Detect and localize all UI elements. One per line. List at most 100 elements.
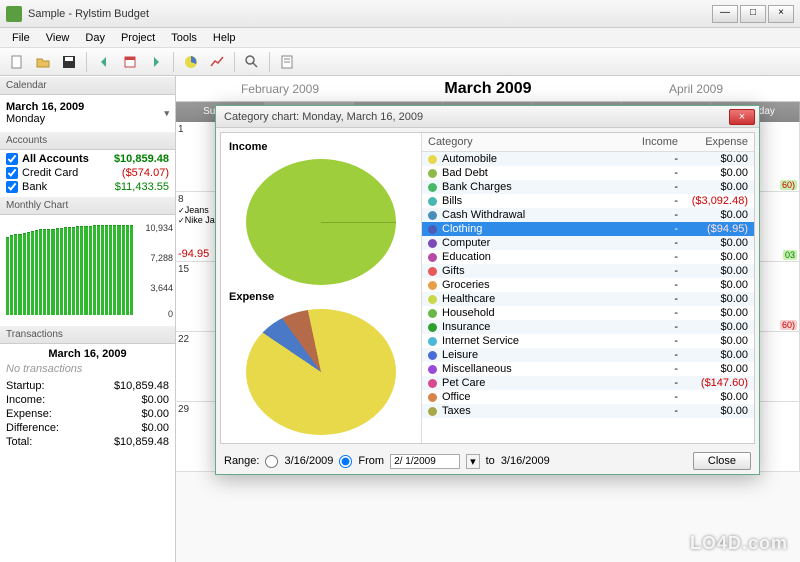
category-row[interactable]: Automobile-$0.00 [422, 152, 754, 166]
category-row[interactable]: Office-$0.00 [422, 390, 754, 404]
account-checkbox[interactable] [6, 181, 18, 193]
range-single-date: 3/16/2009 [284, 455, 333, 467]
menu-help[interactable]: Help [205, 30, 244, 46]
income-pie-chart[interactable] [246, 159, 396, 285]
search-button[interactable] [241, 51, 263, 73]
accounts-all-row[interactable]: All Accounts $10,859.48 [0, 152, 175, 166]
chart-bar [68, 227, 71, 315]
category-table: Category Income Expense Automobile-$0.00… [421, 133, 754, 443]
range-from-input[interactable] [390, 454, 460, 469]
category-expense: $0.00 [678, 293, 748, 305]
next-month[interactable]: April 2009 [592, 82, 800, 96]
category-color-icon [428, 351, 437, 360]
category-row[interactable]: Healthcare-$0.00 [422, 292, 754, 306]
category-row[interactable]: Leisure-$0.00 [422, 348, 754, 362]
chart-bar [80, 226, 83, 315]
category-color-icon [428, 393, 437, 402]
category-name: Household [442, 307, 608, 319]
category-row[interactable]: Computer-$0.00 [422, 236, 754, 250]
expense-label: Expense [229, 291, 413, 303]
chart-bar [6, 237, 9, 315]
account-row[interactable]: Credit Card($574.07) [0, 166, 175, 180]
category-row[interactable]: Bank Charges-$0.00 [422, 180, 754, 194]
category-row[interactable]: Internet Service-$0.00 [422, 334, 754, 348]
pie-chart-button[interactable] [180, 51, 202, 73]
menu-project[interactable]: Project [113, 30, 163, 46]
toolbar [0, 48, 800, 76]
menu-tools[interactable]: Tools [163, 30, 205, 46]
menu-view[interactable]: View [38, 30, 78, 46]
dialog-titlebar[interactable]: Category chart: Monday, March 16, 2009 × [216, 106, 759, 128]
category-expense: ($94.95) [678, 223, 748, 235]
category-row[interactable]: Taxes-$0.00 [422, 404, 754, 418]
category-row[interactable]: Pet Care-($147.60) [422, 376, 754, 390]
new-button[interactable] [6, 51, 28, 73]
category-expense: $0.00 [678, 363, 748, 375]
chart-bar [60, 228, 63, 315]
window-title: Sample - Rylstim Budget [28, 8, 710, 20]
account-row[interactable]: Bank $11,433.55 [0, 180, 175, 194]
menubar: FileViewDayProjectToolsHelp [0, 28, 800, 48]
category-list[interactable]: Automobile-$0.00Bad Debt-$0.00Bank Charg… [422, 152, 754, 443]
category-row[interactable]: Cash Withdrawal-$0.00 [422, 208, 754, 222]
today-button[interactable] [119, 51, 141, 73]
category-name: Taxes [442, 405, 608, 417]
line-chart-button[interactable] [206, 51, 228, 73]
category-row[interactable]: Miscellaneous-$0.00 [422, 362, 754, 376]
category-expense: $0.00 [678, 153, 748, 165]
menu-file[interactable]: File [4, 30, 38, 46]
chart-bar [10, 235, 13, 315]
category-row[interactable]: Bad Debt-$0.00 [422, 166, 754, 180]
category-expense: $0.00 [678, 335, 748, 347]
col-expense[interactable]: Expense [678, 136, 748, 148]
chart-bar [105, 225, 108, 315]
category-row[interactable]: Insurance-$0.00 [422, 320, 754, 334]
maximize-button[interactable]: □ [740, 5, 766, 23]
minimize-button[interactable]: — [712, 5, 738, 23]
accounts-all-checkbox[interactable] [6, 153, 18, 165]
sidebar: Calendar March 16, 2009 Monday ▾ Account… [0, 76, 176, 562]
next-button[interactable] [145, 51, 167, 73]
col-category[interactable]: Category [428, 136, 608, 148]
save-button[interactable] [58, 51, 80, 73]
category-row[interactable]: Household-$0.00 [422, 306, 754, 320]
menu-day[interactable]: Day [77, 30, 113, 46]
monthly-chart[interactable]: 10,934 7,288 3,644 0 [0, 215, 175, 325]
close-button[interactable]: Close [693, 452, 751, 470]
calendar-date[interactable]: March 16, 2009 Monday ▾ [0, 95, 175, 131]
chart-bar [84, 226, 87, 315]
col-income[interactable]: Income [608, 136, 678, 148]
account-name: Bank [22, 181, 111, 193]
open-button[interactable] [32, 51, 54, 73]
category-name: Groceries [442, 279, 608, 291]
transactions-panel-header: Transactions [0, 325, 175, 344]
close-button[interactable]: × [768, 5, 794, 23]
date-picker-icon[interactable]: ▾ [466, 454, 480, 469]
range-from-radio[interactable] [339, 455, 352, 468]
calendar-dropdown-icon[interactable]: ▾ [164, 108, 169, 119]
prev-month[interactable]: February 2009 [176, 82, 384, 96]
category-name: Education [442, 251, 608, 263]
range-label: Range: [224, 455, 259, 467]
category-row[interactable]: Education-$0.00 [422, 250, 754, 264]
category-row[interactable]: Clothing-($94.95) [422, 222, 754, 236]
category-row[interactable]: Gifts-$0.00 [422, 264, 754, 278]
chart-bar [89, 226, 92, 315]
dialog-close-icon[interactable]: × [729, 109, 755, 125]
expense-pie-chart[interactable] [246, 309, 396, 435]
transactions-empty: No transactions [6, 363, 169, 375]
category-color-icon [428, 225, 437, 234]
category-expense: ($147.60) [678, 377, 748, 389]
account-checkbox[interactable] [6, 167, 18, 179]
account-balance: $11,433.55 [115, 181, 169, 193]
range-from-label: From [358, 455, 384, 467]
prev-button[interactable] [93, 51, 115, 73]
category-color-icon [428, 379, 437, 388]
category-row[interactable]: Groceries-$0.00 [422, 278, 754, 292]
transaction-summary-line: Startup:$10,859.48 [6, 379, 169, 393]
category-row[interactable]: Bills-($3,092.48) [422, 194, 754, 208]
range-single-radio[interactable] [265, 455, 278, 468]
chart-bar [126, 225, 129, 315]
category-table-header: Category Income Expense [422, 133, 754, 152]
report-button[interactable] [276, 51, 298, 73]
